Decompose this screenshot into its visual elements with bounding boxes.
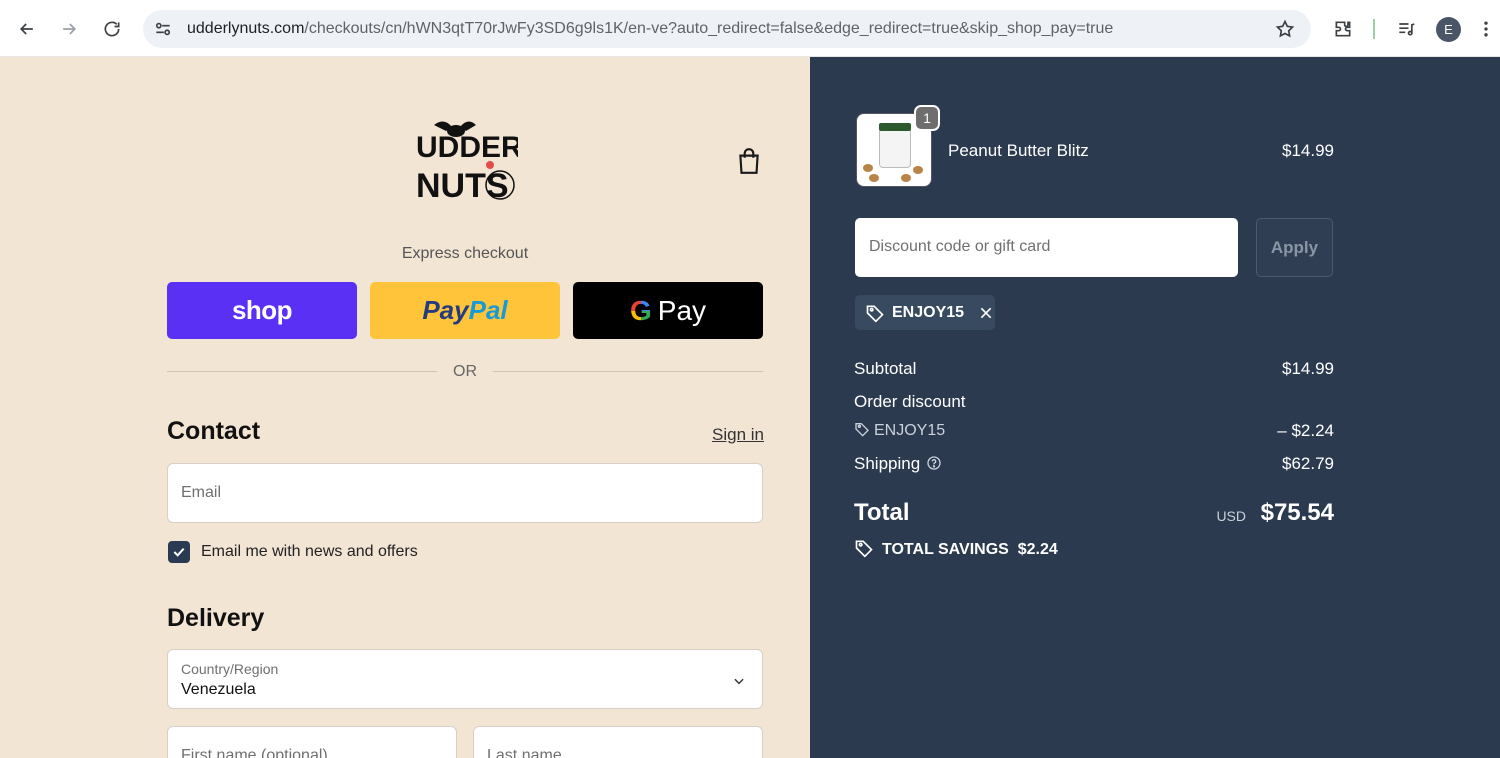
url-text[interactable]: udderlynuts.com/checkouts/cn/hWN3qtT70rJ… [187,20,1113,38]
savings-value: $2.24 [1017,541,1058,558]
savings-label: TOTAL SAVINGS [882,541,1009,558]
discount-code-label: ENJOY15 [874,422,946,439]
toolbar-divider [1373,19,1375,39]
shop-pay-button[interactable]: shop [167,282,357,339]
product-name: Peanut Butter Blitz [948,141,1089,160]
paypal-label-part1: Pay [422,295,469,325]
paypal-label-part2: Pal [468,295,508,325]
sign-in-link[interactable]: Sign in [712,425,764,445]
order-discount-label: Order discount [854,392,966,411]
bookmark-star-icon[interactable] [1275,19,1295,39]
discount-code-input[interactable]: Discount code or gift card [855,218,1238,277]
paypal-button[interactable]: Pay Pal [370,282,560,339]
last-name-placeholder: Last name [487,747,562,758]
discount-code-row: ENJOY15 – $2.24 [854,421,1334,440]
country-value: Venezuela [181,681,256,698]
back-icon[interactable] [12,14,42,44]
tag-icon [855,423,869,437]
menu-icon[interactable] [1476,14,1496,44]
or-label: OR [453,363,477,380]
url-host: udderlynuts.com [187,20,305,37]
first-name-field[interactable]: First name (optional) [167,726,457,758]
address-bar[interactable]: udderlynuts.com/checkouts/cn/hWN3qtT70rJ… [143,10,1311,48]
subtotal-row: Subtotal $14.99 [854,359,1334,379]
help-icon[interactable] [926,455,942,471]
product-price: $14.99 [1282,141,1334,160]
shopping-bag-icon[interactable] [736,147,762,175]
order-summary: 1 Peanut Butter Blitz $14.99 Discount co… [810,57,1500,758]
subtotal-label: Subtotal [854,359,917,378]
subtotal-value: $14.99 [1282,359,1334,378]
reload-icon[interactable] [97,14,127,44]
tag-icon [855,540,873,558]
browser-toolbar: udderlynuts.com/checkouts/cn/hWN3qtT70rJ… [0,0,1500,57]
newsletter-checkbox[interactable] [168,541,190,563]
or-divider: OR [167,362,763,382]
shop-pay-label: shop [231,295,293,325]
delivery-title: Delivery [167,604,265,632]
discount-value: – $2.24 [1277,421,1334,440]
extensions-icon[interactable] [1328,14,1358,44]
google-pay-button[interactable]: G Pay [573,282,763,339]
apply-discount-button[interactable]: Apply [1256,218,1333,277]
url-path: /checkouts/cn/hWN3qtT70rJwFy3SD6g9ls1K/e… [304,20,1114,37]
google-pay-label: Pay [657,294,707,326]
country-select[interactable]: Country/Region Venezuela [167,649,763,709]
order-discount-row: Order discount [854,392,1334,412]
email-placeholder: Email [181,484,222,501]
newsletter-label[interactable]: Email me with news and offers [201,543,418,561]
total-label: Total [854,499,910,526]
media-icon[interactable] [1391,14,1421,44]
forward-icon[interactable] [54,14,84,44]
first-name-placeholder: First name (optional) [181,747,328,758]
applied-discount-chip: ENJOY15 [855,295,995,330]
logo-text-line1: UDDERLY [416,131,518,164]
total-amount: $75.54 [1260,499,1334,526]
contact-title: Contact [167,417,261,445]
profile-avatar[interactable]: E [1436,17,1461,42]
total-savings: TOTAL SAVINGS $2.24 [854,538,1058,559]
checkmark-icon [173,547,185,557]
checkout-main: UDDERLY NUTS Express checkout shop PayPa… [0,57,810,758]
last-name-field[interactable]: Last name [473,726,763,758]
total-currency: USD [1216,508,1246,524]
discount-placeholder: Discount code or gift card [869,238,1051,255]
shipping-row: Shipping $62.79 [854,454,1334,474]
applied-code-label: ENJOY15 [892,303,965,321]
chevron-down-icon [734,678,744,685]
store-logo[interactable]: UDDERLY NUTS [414,117,558,207]
site-info-icon[interactable] [153,19,173,39]
shipping-label: Shipping [854,454,921,473]
express-checkout-label: Express checkout [401,245,529,262]
email-field[interactable]: Email [167,463,763,523]
shipping-value: $62.79 [1282,454,1334,473]
country-label: Country/Region [181,661,279,677]
quantity-badge: 1 [914,105,940,131]
tag-icon [866,305,884,323]
remove-discount-icon[interactable] [978,305,994,321]
google-g-icon: G [629,294,652,326]
